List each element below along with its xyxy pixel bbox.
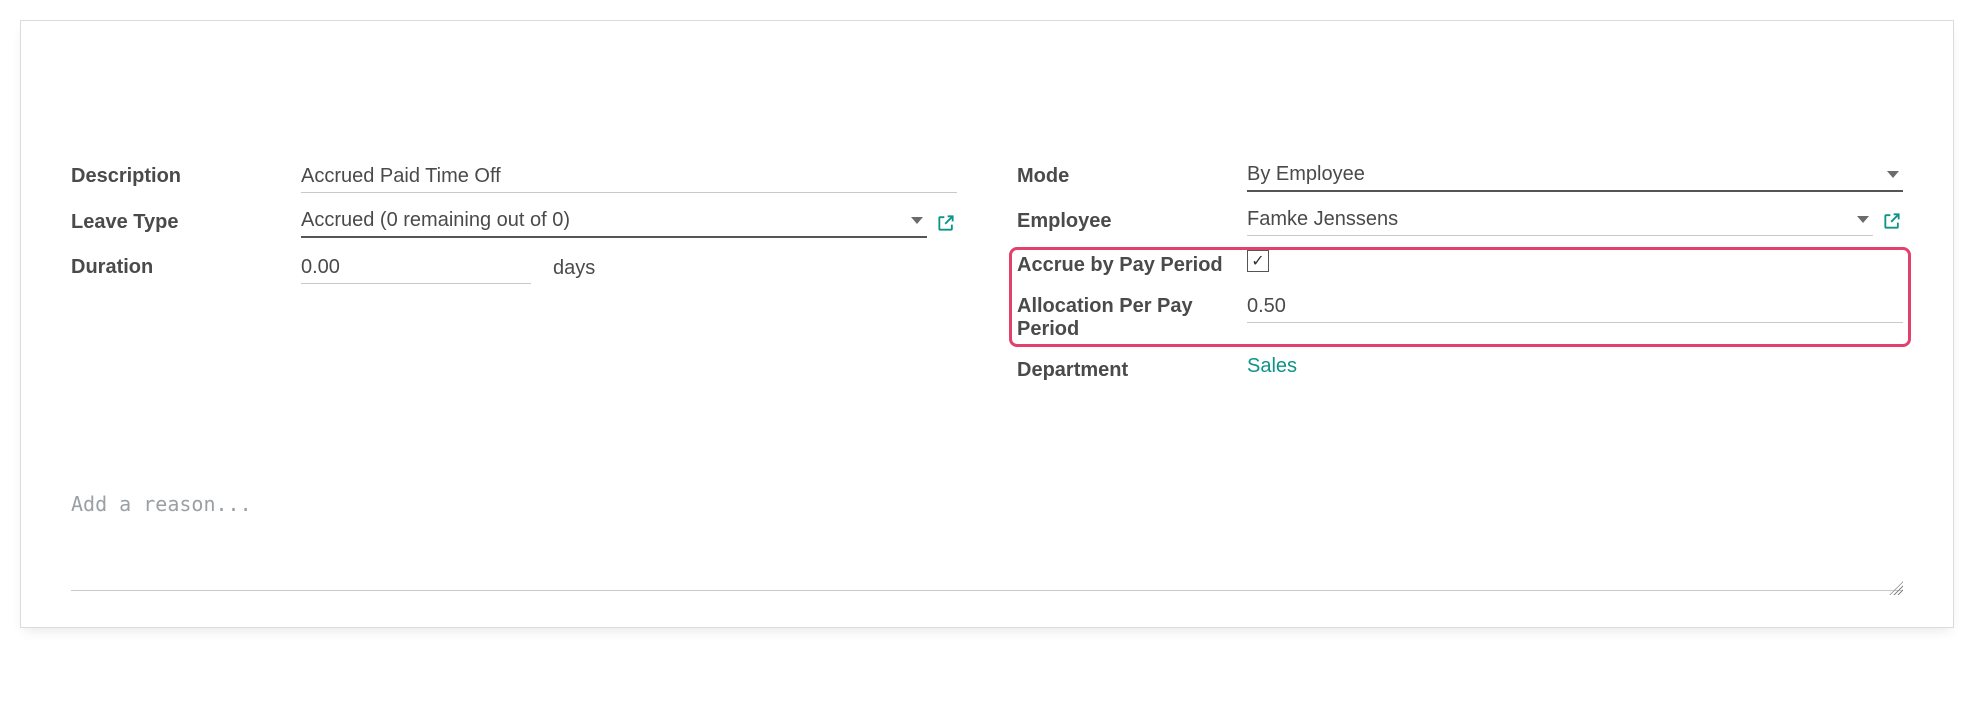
- employee-value: Famke Jenssens: [1247, 208, 1857, 231]
- left-column: Description Leave Type Accrued (0 remain…: [71, 161, 957, 396]
- department-row: Department Sales: [1017, 355, 1903, 382]
- leave-type-value: Accrued (0 remaining out of 0): [301, 209, 911, 232]
- resize-handle-icon[interactable]: [1889, 581, 1903, 595]
- duration-input[interactable]: [301, 252, 531, 284]
- external-link-icon[interactable]: [1881, 210, 1903, 232]
- leave-type-label: Leave Type: [71, 207, 301, 234]
- employee-label: Employee: [1017, 206, 1247, 233]
- form-panel: Description Leave Type Accrued (0 remain…: [20, 20, 1954, 628]
- form-grid: Description Leave Type Accrued (0 remain…: [71, 161, 1903, 396]
- reason-area: [71, 486, 1903, 597]
- duration-row: Duration days: [71, 252, 957, 284]
- mode-value: By Employee: [1247, 163, 1887, 186]
- mode-select[interactable]: By Employee: [1247, 161, 1903, 192]
- description-label: Description: [71, 161, 301, 188]
- accrue-row: Accrue by Pay Period ✓: [1017, 250, 1903, 277]
- employee-row: Employee Famke Jenssens: [1017, 206, 1903, 236]
- chevron-down-icon: [1857, 216, 1869, 223]
- accrue-checkbox[interactable]: ✓: [1247, 250, 1269, 272]
- reason-textarea[interactable]: [71, 486, 1903, 591]
- allocation-label: Allocation Per Pay Period: [1017, 291, 1247, 341]
- mode-row: Mode By Employee: [1017, 161, 1903, 192]
- duration-label: Duration: [71, 252, 301, 279]
- description-input[interactable]: [301, 161, 957, 193]
- leave-type-row: Leave Type Accrued (0 remaining out of 0…: [71, 207, 957, 238]
- employee-select[interactable]: Famke Jenssens: [1247, 206, 1873, 236]
- allocation-row: Allocation Per Pay Period: [1017, 291, 1903, 341]
- department-label: Department: [1017, 355, 1247, 382]
- duration-unit: days: [553, 257, 595, 280]
- chevron-down-icon: [1887, 171, 1899, 178]
- external-link-icon[interactable]: [935, 212, 957, 234]
- chevron-down-icon: [911, 217, 923, 224]
- accrue-label: Accrue by Pay Period: [1017, 250, 1247, 277]
- leave-type-select[interactable]: Accrued (0 remaining out of 0): [301, 207, 927, 238]
- description-row: Description: [71, 161, 957, 193]
- right-column: Mode By Employee Employee Famke Jenssens: [1017, 161, 1903, 396]
- department-link[interactable]: Sales: [1247, 355, 1297, 378]
- allocation-input[interactable]: [1247, 291, 1903, 323]
- mode-label: Mode: [1017, 161, 1247, 188]
